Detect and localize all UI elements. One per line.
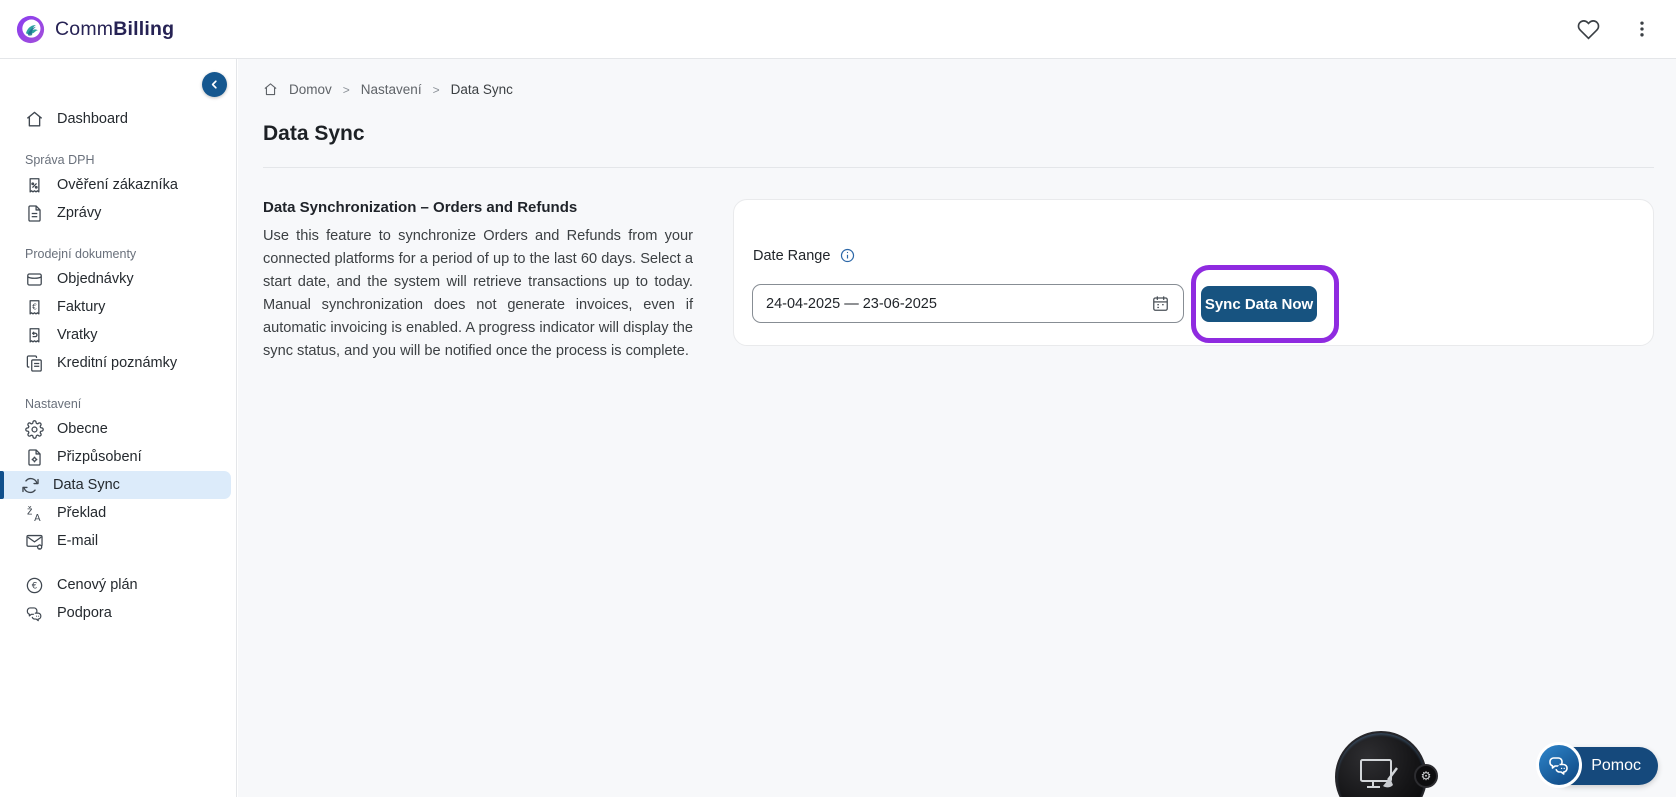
sidebar-divider-gap — [0, 555, 236, 571]
monitor-broom-icon — [1360, 759, 1398, 788]
sidebar-item-zpravy[interactable]: Zprávy — [0, 199, 236, 227]
sidebar-item-overeni-zakaznika[interactable]: Ověření zákazníka — [0, 171, 236, 199]
date-range-label: Date Range — [753, 247, 831, 264]
sync-data-now-button[interactable]: Sync Data Now — [1201, 286, 1317, 322]
chat-bubbles-icon — [1549, 757, 1568, 775]
sidebar-item-label: E-mail — [57, 533, 99, 549]
date-range-value: 24-04-2025 — 23-06-2025 — [766, 295, 937, 312]
info-icon[interactable] — [839, 247, 856, 264]
sidebar-collapse-button[interactable] — [202, 72, 227, 97]
sync-form-card: Date Range 24-04-2025 — 23-06-2025 Sync … — [733, 199, 1654, 346]
sidebar-item-label: Ověření zákazníka — [57, 177, 178, 193]
brand-name: CommBilling — [55, 17, 175, 40]
help-chat-badge[interactable] — [1536, 742, 1582, 788]
sidebar-item-label: Faktury — [57, 299, 106, 315]
top-header: CommBilling — [0, 0, 1676, 59]
sidebar-item-faktury[interactable]: € Faktury — [0, 293, 236, 321]
sidebar-item-label: Obecne — [57, 421, 108, 437]
email-settings-icon — [26, 534, 43, 550]
translate-icon: ž A — [27, 505, 41, 523]
home-icon — [26, 111, 43, 127]
section-heading: Data Synchronization – Orders and Refund… — [263, 199, 578, 216]
report-document-icon — [28, 204, 41, 222]
description-column: Data Synchronization – Orders and Refund… — [263, 199, 693, 363]
orders-inbox-icon — [27, 272, 42, 286]
receipt-percent-icon — [29, 177, 40, 192]
customize-document-icon — [28, 448, 41, 466]
support-chat-icon — [26, 606, 42, 621]
breadcrumb-item-data-sync: Data Sync — [450, 82, 513, 97]
heart-icon — [1577, 19, 1600, 39]
sidebar-item-prizpusobeni[interactable]: Přizpůsobení — [0, 443, 236, 471]
more-options-button[interactable] — [1630, 17, 1654, 41]
sidebar-item-label: Objednávky — [57, 271, 134, 287]
sync-icon — [22, 477, 39, 493]
sidebar-item-cenovy-plan[interactable]: € Cenový plán — [0, 571, 236, 599]
sidebar-section-sprava-dph: Správa DPH — [25, 153, 95, 167]
cleaner-settings-button[interactable]: ⚙ — [1414, 764, 1438, 788]
data-sync-section: Data Synchronization – Orders and Refund… — [263, 199, 1676, 363]
kebab-menu-icon — [1640, 21, 1644, 37]
sidebar-item-email[interactable]: E-mail — [0, 527, 236, 555]
euro-circle-icon: € — [26, 577, 43, 593]
sidebar-item-data-sync[interactable]: Data Sync — [0, 471, 231, 499]
commbilling-logo-icon — [16, 15, 45, 43]
credit-notes-icon — [26, 354, 42, 372]
sidebar-item-label: Data Sync — [53, 477, 120, 493]
svg-text:€: € — [32, 581, 38, 591]
sidebar-item-label: Vratky — [57, 327, 98, 343]
breadcrumb: Domov > Nastavení > Data Sync — [263, 82, 1676, 97]
section-description: Use this feature to synchronize Orders a… — [263, 228, 693, 359]
help-button-label: Pomoc — [1591, 757, 1641, 774]
sidebar: Dashboard Správa DPH Ověření zákazníka Z… — [0, 59, 237, 797]
sidebar-item-preklad[interactable]: ž A Překlad — [0, 499, 236, 527]
sidebar-item-vratky[interactable]: Vratky — [0, 321, 236, 349]
date-range-input[interactable]: 24-04-2025 — 23-06-2025 — [752, 284, 1184, 323]
sidebar-item-podpora[interactable]: Podpora — [0, 599, 236, 627]
app-window: CommBilling Dashboard Správa DPH Ověření… — [0, 0, 1676, 797]
sidebar-section-nastaveni: Nastavení — [25, 397, 82, 411]
gear-icon: ⚙ — [1420, 769, 1432, 783]
calendar-icon[interactable] — [1151, 294, 1170, 313]
sidebar-item-label: Kreditní poznámky — [57, 355, 178, 371]
breadcrumb-item-domov[interactable]: Domov — [289, 82, 332, 97]
svg-text:A: A — [34, 513, 41, 523]
sidebar-item-label: Podpora — [57, 605, 112, 621]
chevron-left-icon — [211, 80, 217, 89]
sidebar-item-label: Dashboard — [57, 111, 128, 127]
breadcrumb-item-nastaveni[interactable]: Nastavení — [361, 82, 422, 97]
gear-icon — [25, 419, 44, 439]
invoice-euro-icon: € — [29, 299, 40, 314]
svg-text:ž: ž — [27, 505, 32, 517]
svg-text:€: € — [32, 302, 37, 311]
page-title: Data Sync — [263, 122, 365, 145]
sidebar-nav: Dashboard Správa DPH Ověření zákazníka Z… — [0, 59, 236, 627]
header-actions — [1575, 16, 1654, 43]
sidebar-item-label: Zprávy — [57, 205, 102, 221]
sidebar-item-label: Přizpůsobení — [57, 449, 142, 465]
sidebar-item-dashboard[interactable]: Dashboard — [0, 105, 236, 133]
sidebar-item-label: Cenový plán — [57, 577, 138, 593]
sidebar-item-kreditni-poznamky[interactable]: Kreditní poznámky — [0, 349, 236, 377]
sidebar-item-obecne[interactable]: Obecne — [0, 415, 236, 443]
refund-receipt-icon — [29, 327, 40, 342]
brand-logo[interactable]: CommBilling — [16, 15, 174, 44]
sidebar-item-objednavky[interactable]: Objednávky — [0, 265, 236, 293]
breadcrumb-separator: > — [432, 82, 440, 97]
breadcrumb-separator: > — [342, 82, 350, 97]
sidebar-item-label: Překlad — [57, 505, 107, 521]
favorites-button[interactable] — [1575, 16, 1602, 43]
home-icon[interactable] — [263, 82, 278, 97]
date-range-label-row: Date Range — [753, 247, 856, 264]
main-content: Domov > Nastavení > Data Sync Data Sync … — [238, 59, 1676, 797]
sidebar-section-prodejni-dokumenty: Prodejní dokumenty — [25, 247, 137, 261]
title-divider — [263, 167, 1654, 168]
